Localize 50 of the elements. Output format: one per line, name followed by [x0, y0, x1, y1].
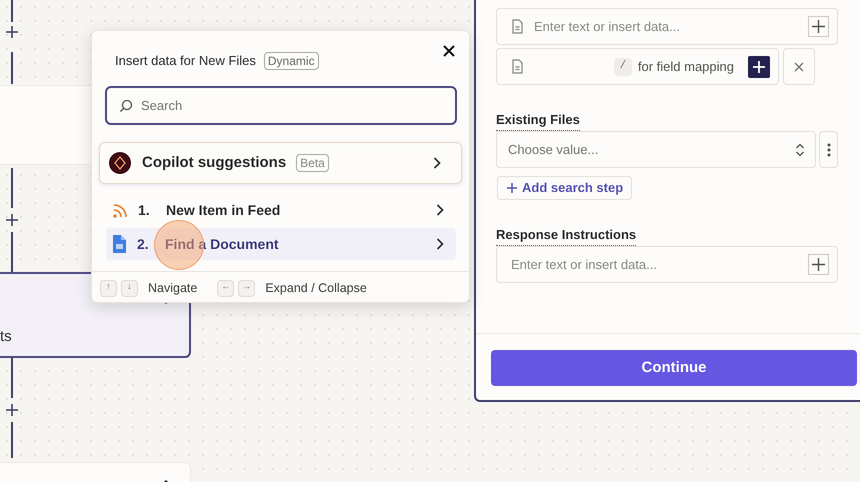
step-label: New Item in Feed	[166, 200, 280, 220]
more-button[interactable]	[819, 131, 838, 168]
add-step-icon[interactable]	[4, 24, 20, 40]
search-field[interactable]: Search	[141, 96, 443, 116]
document-icon	[511, 59, 524, 74]
mapping-hint: for field mapping	[638, 58, 734, 76]
field-label: Existing Files	[496, 110, 580, 130]
step-number: 2.	[137, 234, 150, 254]
text-field[interactable]: Enter text or insert data...	[511, 254, 798, 274]
document-icon	[511, 19, 524, 34]
text-box[interactable]: Enter text or insert data...	[496, 8, 838, 45]
key-hint: ↑	[100, 280, 117, 296]
copilot-suggestions-item[interactable]: Copilot suggestions Beta	[99, 142, 462, 184]
chevron-right-icon	[433, 157, 441, 169]
copilot-label: Copilot suggestions	[142, 152, 286, 173]
hint-label: Expand / Collapse	[265, 280, 367, 297]
key-hint: ↓	[121, 280, 138, 296]
chevron-right-icon	[436, 204, 444, 216]
text-field[interactable]: Enter text or insert data...	[534, 16, 798, 36]
value-select[interactable]: Choose value...	[496, 131, 816, 168]
chevron-updown-icon	[795, 142, 805, 156]
beta-badge: Beta	[296, 154, 329, 172]
add-step-icon[interactable]	[4, 402, 20, 418]
step-item[interactable]: 1. New Item in Feed	[106, 194, 456, 226]
text-box[interactable]: Enter text or insert data...	[496, 246, 838, 283]
insert-data-icon[interactable]	[808, 16, 829, 37]
sparkle-icon	[108, 151, 132, 175]
dynamic-badge: Dynamic	[264, 52, 319, 70]
chevron-right-icon	[436, 238, 444, 250]
popup-title: Insert data for New Files	[115, 52, 256, 70]
insert-data-icon[interactable]	[748, 56, 770, 78]
document-icon	[112, 234, 127, 254]
step-title: ts	[0, 327, 12, 347]
add-search-step-button[interactable]: Add search step	[497, 176, 632, 200]
mapping-field[interactable]: / for field mapping	[496, 48, 779, 85]
insert-data-icon[interactable]	[808, 254, 829, 275]
add-step-icon[interactable]	[4, 212, 20, 228]
search-box[interactable]: Search	[105, 86, 457, 125]
search-icon	[119, 98, 133, 112]
select-placeholder: Choose value...	[508, 140, 600, 159]
plus-icon	[506, 182, 518, 194]
close-icon[interactable]	[443, 45, 455, 57]
step-number: 1.	[138, 200, 151, 220]
close-icon	[794, 62, 804, 72]
key-hint: →	[238, 280, 256, 296]
more-icon	[826, 142, 830, 156]
rss-icon	[112, 202, 128, 218]
continue-button[interactable]: Continue	[491, 350, 857, 386]
key-hint: /	[614, 58, 632, 76]
key-hint: ←	[217, 280, 234, 296]
